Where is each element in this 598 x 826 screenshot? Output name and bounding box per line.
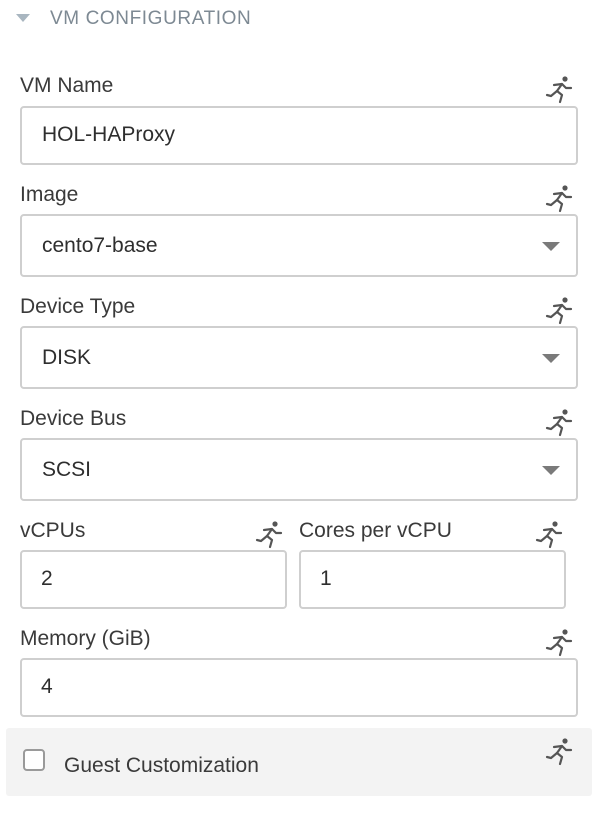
device-type-value: DISK (42, 346, 92, 369)
section-title: VM CONFIGURATION (50, 8, 252, 29)
guest-customization-panel: Guest Customization (6, 728, 592, 796)
vcpus-input[interactable]: 2 (20, 550, 287, 609)
vm-name-value: HOL-HAProxy (42, 123, 176, 146)
image-select[interactable]: cento7-base (20, 214, 578, 277)
running-man-icon[interactable] (544, 295, 574, 325)
device-bus-select[interactable]: SCSI (20, 438, 578, 501)
running-man-icon[interactable] (544, 627, 574, 657)
vm-name-label: VM Name (20, 74, 114, 97)
vm-name-input[interactable]: HOL-HAProxy (20, 106, 578, 165)
device-bus-value: SCSI (42, 458, 92, 481)
memory-input[interactable]: 4 (20, 658, 578, 717)
running-man-icon[interactable] (544, 74, 574, 104)
image-label: Image (20, 183, 79, 206)
guest-customization-label[interactable]: Guest Customization (64, 754, 259, 778)
chevron-down-icon[interactable] (542, 466, 560, 475)
chevron-down-icon[interactable] (542, 354, 560, 363)
image-value: cento7-base (42, 234, 158, 257)
vm-configuration-header[interactable]: VM CONFIGURATION (0, 0, 598, 40)
running-man-icon[interactable] (544, 407, 574, 437)
running-man-icon[interactable] (544, 736, 574, 766)
device-type-label: Device Type (20, 295, 136, 318)
caret-down-icon[interactable] (16, 14, 30, 22)
device-bus-label: Device Bus (20, 407, 127, 430)
vcpus-value: 2 (41, 567, 53, 590)
running-man-icon[interactable] (534, 519, 564, 549)
cores-per-vcpu-value: 1 (320, 567, 332, 590)
memory-value: 4 (41, 675, 53, 698)
cores-per-vcpu-label: Cores per vCPU (299, 519, 452, 542)
vcpus-label: vCPUs (20, 519, 86, 542)
running-man-icon[interactable] (544, 183, 574, 213)
running-man-icon[interactable] (254, 519, 284, 549)
guest-customization-checkbox[interactable] (23, 749, 45, 771)
cores-per-vcpu-input[interactable]: 1 (299, 550, 566, 609)
chevron-down-icon[interactable] (542, 242, 560, 251)
device-type-select[interactable]: DISK (20, 326, 578, 389)
memory-label: Memory (GiB) (20, 627, 151, 650)
